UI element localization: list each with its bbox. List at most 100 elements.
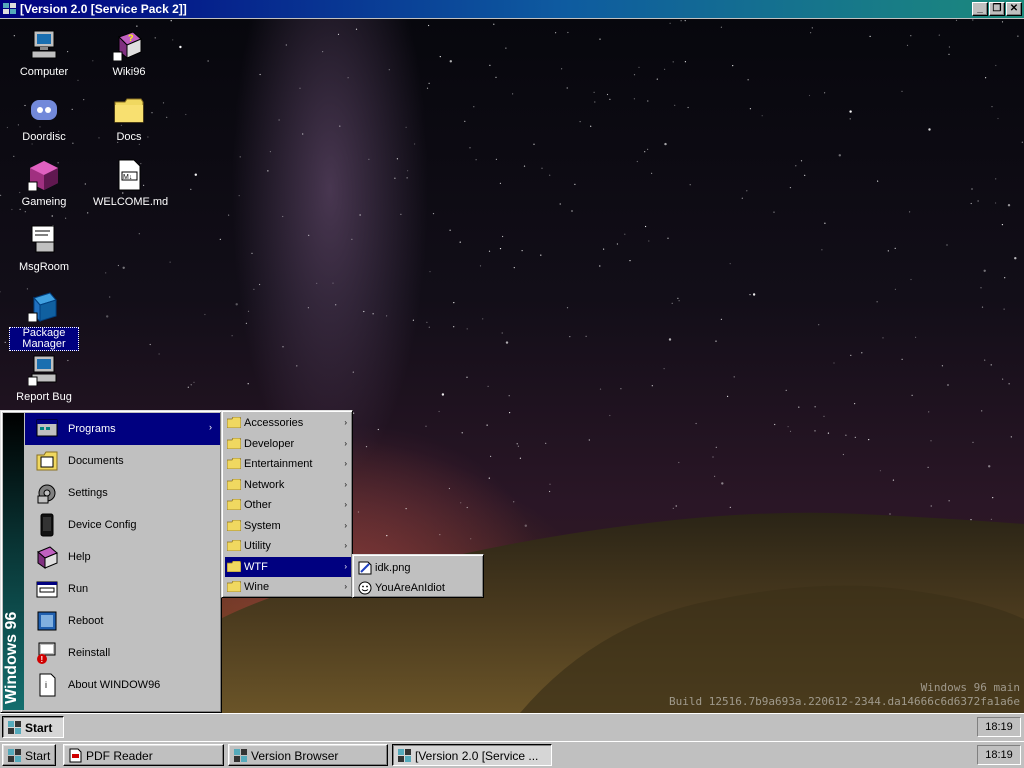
svg-text:!: ! xyxy=(41,655,44,664)
desktop-icon-computer[interactable]: Computer xyxy=(6,29,82,78)
start-menu-item-device-config[interactable]: Device Config xyxy=(25,509,220,541)
chat-icon xyxy=(31,225,55,253)
submenu-item-label: YouAreAnIdiot xyxy=(375,582,445,594)
desktop-icon-package-manager[interactable]: Package Manager xyxy=(6,290,82,351)
taskbar-button-label: [Version 2.0 [Service ... xyxy=(415,749,539,763)
build-watermark-line2: Build 12516.7b9a693a.220612-2344.da14666… xyxy=(669,695,1020,708)
submenu-arrow-icon: › xyxy=(344,500,347,509)
submenu-arrow-icon: › xyxy=(344,582,347,591)
outer-start-button[interactable]: Start xyxy=(2,744,56,766)
start-menu-item-reboot[interactable]: Reboot xyxy=(25,605,220,637)
submenu-item-label: Network xyxy=(244,478,285,491)
submenu-item-entertainment[interactable]: Entertainment › xyxy=(225,454,351,474)
submenu-arrow-icon: › xyxy=(344,438,347,448)
submenu-arrow-icon: › xyxy=(344,479,347,489)
taskbar-button-label: Version Browser xyxy=(251,749,339,763)
outer-taskbar: Start PDF Reader Version Browser [Versio… xyxy=(0,741,1024,768)
desktop-icon-gameing[interactable]: Gameing xyxy=(6,159,82,208)
submenu-arrow-icon: › xyxy=(344,561,347,571)
folder-icon xyxy=(227,581,241,592)
folder-icon xyxy=(227,540,241,551)
bug-report-icon xyxy=(27,355,57,387)
start-menu-item-label: Reinstall xyxy=(68,647,111,659)
desktop-icon-wiki96[interactable]: ? Wiki96 xyxy=(91,29,167,78)
windows-logo-icon xyxy=(8,749,21,762)
submenu-arrow-icon: › xyxy=(209,422,212,432)
folder-icon xyxy=(227,437,241,449)
desktop-icon-docs[interactable]: Docs xyxy=(91,94,167,143)
start-menu-item-label: Device Config xyxy=(68,519,137,531)
submenu-item-label: Utility xyxy=(244,540,271,552)
taskbar-button-label: PDF Reader xyxy=(86,749,153,763)
submenu-item-label: idk.png xyxy=(375,562,411,574)
window-titlebar[interactable]: [Version 2.0 [Service Pack 2]] _ ❐ ✕ xyxy=(0,0,1024,18)
submenu-item-accessories[interactable]: Accessories › xyxy=(225,413,351,433)
desktop-icon-label: Doordisc xyxy=(22,131,66,143)
windows-logo-icon xyxy=(398,749,411,762)
help-book-icon: ? xyxy=(112,31,142,62)
documents-icon xyxy=(36,451,58,471)
start-menu-item-about[interactable]: i About WINDOW96 xyxy=(25,669,220,701)
start-menu-item-label: Reboot xyxy=(68,615,104,627)
start-menu-item-run[interactable]: Run xyxy=(25,573,220,605)
package-icon xyxy=(27,292,57,323)
submenu-item-wine[interactable]: Wine › xyxy=(225,577,351,597)
desktop-icon-doordisc[interactable]: Doordisc xyxy=(6,94,82,143)
submenu-item-wtf[interactable]: WTF › xyxy=(225,556,351,577)
folder-icon xyxy=(227,499,241,510)
taskbar-button-pdf-reader[interactable]: PDF Reader xyxy=(63,744,224,766)
desktop-icon-label: Package Manager xyxy=(9,327,79,351)
taskbar-button-version-window[interactable]: [Version 2.0 [Service ... xyxy=(392,744,552,766)
app-icon xyxy=(3,3,16,14)
desktop-icon-msgroom[interactable]: MsgRoom xyxy=(6,224,82,273)
start-menu: Windows 96 Programs › Documents Settings… xyxy=(0,410,222,713)
start-menu-item-label: Programs xyxy=(68,423,116,435)
desktop-icon-label: WELCOME.md xyxy=(93,196,169,208)
clock: 18:19 xyxy=(977,717,1021,737)
start-menu-item-documents[interactable]: Documents xyxy=(25,445,220,477)
desktop-icon-report-bug[interactable]: Report Bug xyxy=(6,354,82,403)
programs-submenu: Accessories › Developer › Entertainment › Netw… xyxy=(221,410,353,598)
windows-logo-icon xyxy=(234,749,247,762)
folder-icon xyxy=(227,560,241,572)
start-menu-item-reinstall[interactable]: ! Reinstall xyxy=(25,637,220,669)
reboot-icon xyxy=(37,611,57,631)
submenu-arrow-icon: › xyxy=(344,418,347,427)
start-menu-item-settings[interactable]: Settings xyxy=(25,477,220,509)
wtf-submenu: idk.png YouAreAnIdiot xyxy=(352,554,484,598)
submenu-item-system[interactable]: System › xyxy=(225,516,351,536)
start-button[interactable]: Start xyxy=(2,716,64,738)
submenu-item-idk-png[interactable]: idk.png xyxy=(356,558,482,578)
submenu-arrow-icon: › xyxy=(344,459,347,468)
minimize-button[interactable]: _ xyxy=(972,2,988,16)
submenu-item-label: Other xyxy=(244,499,272,511)
desktop-icon-welcome[interactable]: M↓ WELCOME.md xyxy=(91,159,169,208)
start-menu-sidebar: Windows 96 xyxy=(3,413,24,710)
restore-button[interactable]: ❐ xyxy=(989,2,1005,16)
folder-icon xyxy=(227,417,241,428)
desktop-icon-label: MsgRoom xyxy=(18,261,70,273)
start-menu-item-help[interactable]: Help xyxy=(25,541,220,573)
info-icon: i xyxy=(39,673,56,697)
submenu-item-other[interactable]: Other › xyxy=(225,495,351,515)
taskbar-button-version-browser[interactable]: Version Browser xyxy=(228,744,388,766)
desktop-icon-label: Docs xyxy=(116,131,142,143)
submenu-item-label: System xyxy=(244,519,281,532)
desktop-icon-label: Report Bug xyxy=(16,391,72,403)
help-book-icon xyxy=(37,546,58,569)
image-file-icon xyxy=(358,561,372,575)
submenu-arrow-icon: › xyxy=(344,541,347,550)
start-menu-item-label: Help xyxy=(68,551,91,563)
start-menu-item-programs[interactable]: Programs › xyxy=(25,413,220,445)
submenu-item-youareanidiot[interactable]: YouAreAnIdiot xyxy=(356,578,482,598)
start-menu-item-label: Settings xyxy=(68,487,108,499)
reinstall-icon: ! xyxy=(37,642,56,664)
settings-icon xyxy=(37,484,56,504)
folder-icon xyxy=(227,519,241,531)
submenu-item-developer[interactable]: Developer › xyxy=(225,434,351,454)
close-button[interactable]: ✕ xyxy=(1006,2,1022,16)
desktop-icon-label: Computer xyxy=(19,66,69,78)
submenu-item-network[interactable]: Network › xyxy=(225,475,351,495)
smiley-icon xyxy=(358,581,372,595)
submenu-item-utility[interactable]: Utility › xyxy=(225,536,351,556)
